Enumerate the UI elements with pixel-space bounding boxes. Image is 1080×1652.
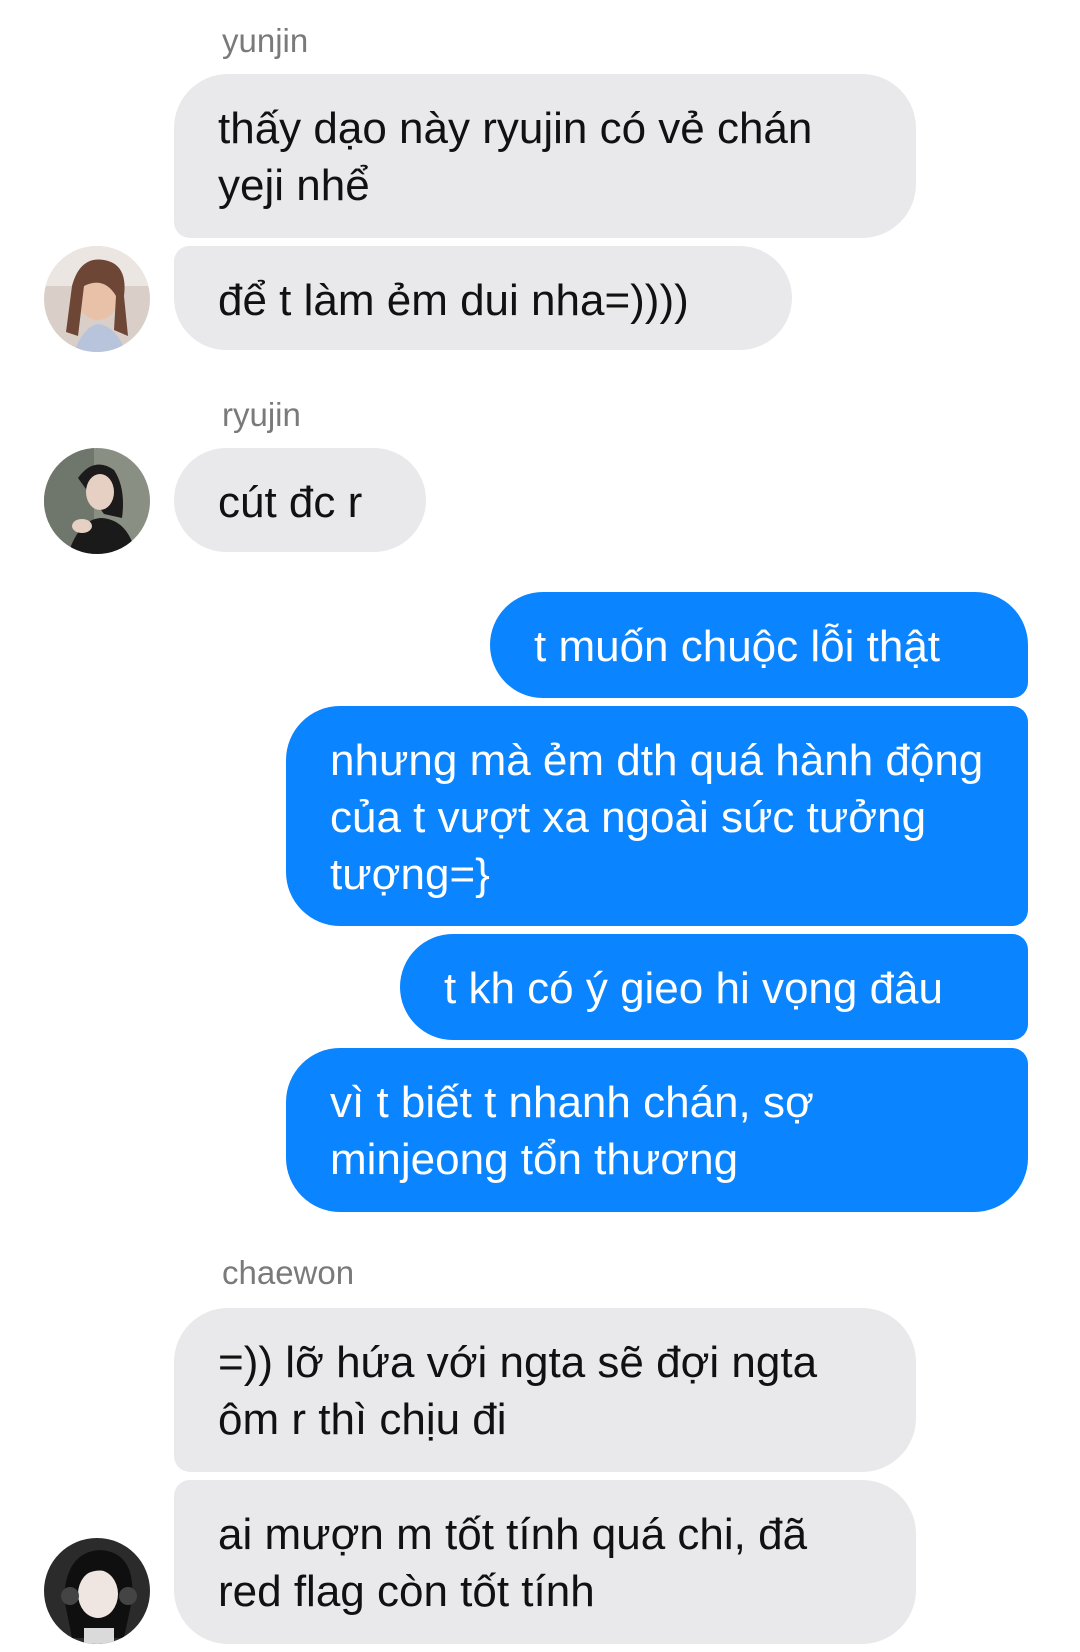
avatar-chaewon[interactable] [44,1538,150,1644]
avatar-photo-icon [44,448,150,554]
avatar-photo-icon [44,246,150,352]
message-bubble-outgoing[interactable]: t muốn chuộc lỗi thật [490,592,1028,698]
message-bubble-incoming[interactable]: =)) lỡ hứa với ngta sẽ đợi ngta ôm r thì… [174,1308,916,1472]
avatar-yunjin[interactable] [44,246,150,352]
message-bubble-outgoing[interactable]: nhưng mà ẻm dth quá hành động của t vượt… [286,706,1028,926]
message-bubble-incoming[interactable]: ai mượn m tốt tính quá chi, đã red flag … [174,1480,916,1644]
sender-name-chaewon: chaewon [222,1254,355,1291]
message-bubble-incoming[interactable]: thấy dạo này ryujin có vẻ chán yeji nhể [174,74,916,238]
message-bubble-outgoing[interactable]: vì t biết t nhanh chán, sợ minjeong tổn … [286,1048,1028,1212]
sender-name-yunjin: yunjin [222,22,309,59]
message-bubble-outgoing[interactable]: t kh có ý gieo hi vọng đâu [400,934,1028,1040]
avatar-ryujin[interactable] [44,448,150,554]
message-bubble-incoming[interactable]: để t làm ẻm dui nha=)))) [174,246,792,350]
avatar-photo-icon [44,1538,150,1644]
message-bubble-incoming[interactable]: cút đc r [174,448,426,552]
sender-name-ryujin: ryujin [222,396,301,433]
